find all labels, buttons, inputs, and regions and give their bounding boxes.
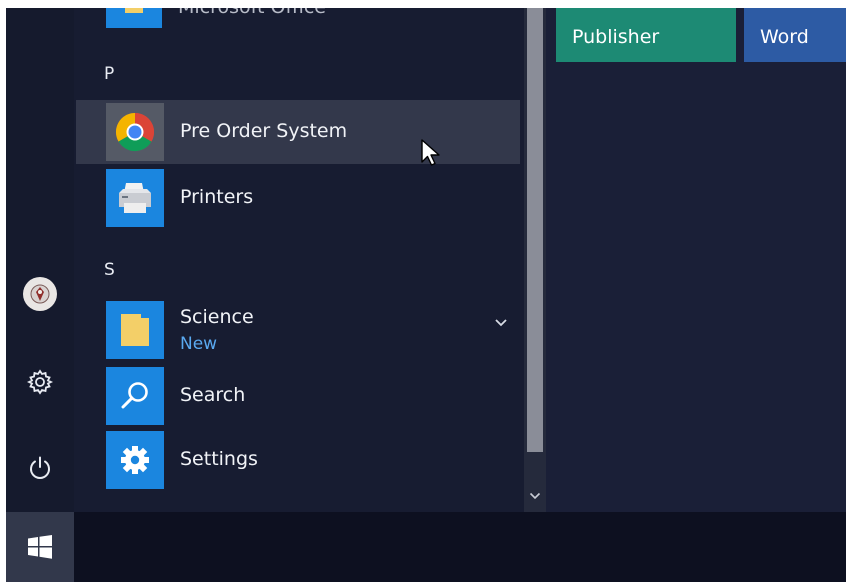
start-menu: Microsoft Office P Pre Order System	[6, 8, 846, 582]
search-icon	[121, 382, 148, 409]
power-icon	[30, 456, 50, 479]
section-header-s[interactable]: S	[104, 260, 115, 280]
gear-icon	[121, 446, 149, 474]
printers-tile	[106, 169, 164, 227]
user-avatar	[23, 277, 57, 311]
app-item-science[interactable]: Science New	[76, 298, 520, 362]
publisher-tile[interactable]: Publisher	[556, 8, 736, 62]
start-button[interactable]	[6, 512, 74, 582]
folder-icon	[125, 8, 143, 13]
app-label: Printers	[180, 186, 254, 208]
app-label: Science	[180, 306, 254, 328]
tiles-panel: Publisher Word	[546, 8, 846, 512]
word-tile[interactable]: Word	[744, 8, 846, 62]
section-header-p[interactable]: P	[104, 64, 114, 84]
folder-icon	[121, 314, 149, 346]
new-badge: New	[180, 334, 218, 354]
expand-button[interactable]	[494, 313, 508, 332]
microsoft-office-label[interactable]: Microsoft Office	[178, 8, 326, 18]
app-item-settings[interactable]: Settings	[76, 428, 520, 492]
science-folder-tile	[106, 301, 164, 359]
app-list: Microsoft Office P Pre Order System	[74, 8, 524, 512]
search-tile	[106, 367, 164, 425]
chrome-icon	[115, 112, 155, 152]
app-label: Search	[180, 384, 246, 406]
chevron-down-icon	[529, 492, 541, 500]
printer-icon	[119, 183, 151, 213]
power-button[interactable]	[18, 446, 62, 490]
avatar-emblem-icon	[30, 284, 50, 304]
microsoft-office-folder-tile[interactable]	[106, 8, 162, 28]
user-account-button[interactable]	[18, 272, 62, 316]
settings-tile	[106, 431, 164, 489]
chevron-down-icon	[495, 319, 507, 327]
app-label: Settings	[180, 448, 258, 470]
pre-order-system-tile	[106, 103, 164, 161]
app-list-scrollbar[interactable]	[524, 8, 546, 512]
taskbar	[6, 512, 846, 582]
app-item-pre-order-system[interactable]: Pre Order System	[76, 100, 520, 164]
settings-icon	[27, 369, 53, 395]
app-item-search[interactable]: Search	[76, 364, 520, 428]
mouse-cursor-icon	[421, 139, 440, 166]
app-item-printers[interactable]: Printers	[76, 166, 520, 230]
scrollbar-thumb[interactable]	[527, 8, 543, 452]
settings-rail-button[interactable]	[18, 360, 62, 404]
scroll-down-button[interactable]	[527, 486, 543, 506]
windows-logo-icon	[28, 535, 52, 559]
start-rail	[6, 8, 74, 512]
app-label: Pre Order System	[180, 120, 348, 142]
